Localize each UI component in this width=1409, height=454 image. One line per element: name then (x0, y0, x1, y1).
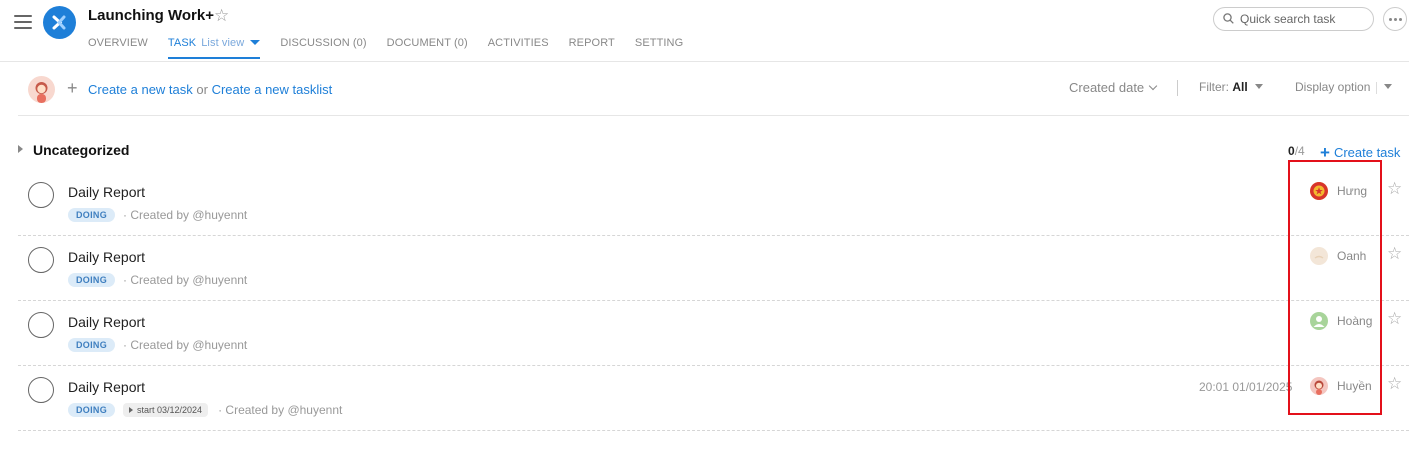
project-tabs: OVERVIEW TASK List view DISCUSSION (0) DO… (88, 37, 703, 59)
search-placeholder: Quick search task (1240, 12, 1336, 26)
filter-value: All (1232, 80, 1248, 94)
create-task-button[interactable]: + Create task (1320, 142, 1400, 162)
tab-task[interactable]: TASK List view (167, 37, 261, 59)
due-date: 20:01 01/01/2025 (1199, 380, 1293, 394)
complete-checkbox[interactable] (28, 377, 54, 403)
status-badge: DOING (68, 208, 116, 222)
star-icon[interactable]: ☆ (1387, 309, 1402, 329)
create-line: Create a new task or Create a new taskli… (88, 82, 332, 97)
tab-document[interactable]: DOCUMENT (0) (387, 37, 468, 49)
star-icon[interactable]: ☆ (1387, 374, 1402, 394)
task-meta: DOING start 03/12/2024 · Created by @huy… (68, 403, 342, 417)
favorite-star-icon[interactable]: ☆ (214, 6, 229, 26)
filter-dropdown[interactable]: Filter: All (1199, 80, 1263, 94)
task-row[interactable]: Daily Report DOING start 03/12/2024 · Cr… (18, 366, 1409, 431)
status-badge: DOING (68, 273, 116, 287)
play-icon (129, 407, 134, 413)
task-row[interactable]: Daily Report DOING · Created by @huyennt… (18, 171, 1409, 236)
created-by: · Created by @huyennt (218, 403, 343, 417)
more-options-icon[interactable] (1383, 7, 1407, 31)
complete-checkbox[interactable] (28, 312, 54, 338)
tab-overview[interactable]: OVERVIEW (88, 37, 148, 49)
group-collapse-icon[interactable] (18, 145, 23, 153)
tab-discussion[interactable]: DISCUSSION (0) (280, 37, 366, 49)
task-meta: DOING · Created by @huyennt (68, 338, 247, 352)
tab-setting[interactable]: SETTING (635, 37, 683, 49)
task-row[interactable]: Daily Report DOING · Created by @huyennt… (18, 236, 1409, 301)
star-icon[interactable]: ☆ (1387, 244, 1402, 264)
highlight-box (1288, 160, 1382, 415)
view-mode-label: List view (201, 37, 245, 49)
or-text: or (196, 82, 208, 97)
task-toolbar: + Create a new task or Create a new task… (18, 62, 1409, 116)
chevron-down-icon (1148, 81, 1158, 91)
task-name[interactable]: Daily Report (68, 249, 145, 265)
sort-dropdown[interactable]: Created date (1069, 80, 1158, 95)
created-by: · Created by @huyennt (123, 338, 248, 352)
status-badge: DOING (68, 338, 116, 352)
task-meta: DOING · Created by @huyennt (68, 273, 247, 287)
create-tasklist-link[interactable]: Create a new tasklist (212, 82, 333, 97)
complete-checkbox[interactable] (28, 247, 54, 273)
group-title: Uncategorized (33, 142, 130, 158)
search-icon (1223, 13, 1234, 24)
project-logo (43, 6, 76, 39)
divider (1177, 80, 1178, 96)
tab-activities[interactable]: ACTIVITIES (488, 37, 549, 49)
start-date-badge: start 03/12/2024 (123, 403, 209, 417)
project-header: Launching Work+ ☆ OVERVIEW TASK List view… (0, 0, 1409, 62)
view-dropdown-icon[interactable] (250, 39, 261, 45)
created-by: · Created by @huyennt (123, 208, 248, 222)
display-option-dropdown[interactable]: Display option (1295, 80, 1393, 94)
create-task-link[interactable]: Create a new task (88, 82, 193, 97)
quick-search-input[interactable]: Quick search task (1213, 7, 1374, 31)
created-by: · Created by @huyennt (123, 273, 248, 287)
project-title: Launching Work+ (88, 7, 214, 24)
plus-icon[interactable]: + (67, 79, 78, 97)
task-name[interactable]: Daily Report (68, 184, 145, 200)
status-badge: DOING (68, 403, 116, 417)
task-name[interactable]: Daily Report (68, 314, 145, 330)
hamburger-menu-icon[interactable] (14, 15, 32, 31)
avatar (28, 76, 55, 103)
group-progress: 0/4 (1288, 144, 1305, 158)
task-name[interactable]: Daily Report (68, 379, 145, 395)
caret-down-icon (1384, 84, 1393, 90)
star-icon[interactable]: ☆ (1387, 179, 1402, 199)
caret-down-icon (1254, 84, 1263, 90)
complete-checkbox[interactable] (28, 182, 54, 208)
task-meta: DOING · Created by @huyennt (68, 208, 247, 222)
task-row[interactable]: Daily Report DOING · Created by @huyennt… (18, 301, 1409, 366)
tab-report[interactable]: REPORT (569, 37, 615, 49)
